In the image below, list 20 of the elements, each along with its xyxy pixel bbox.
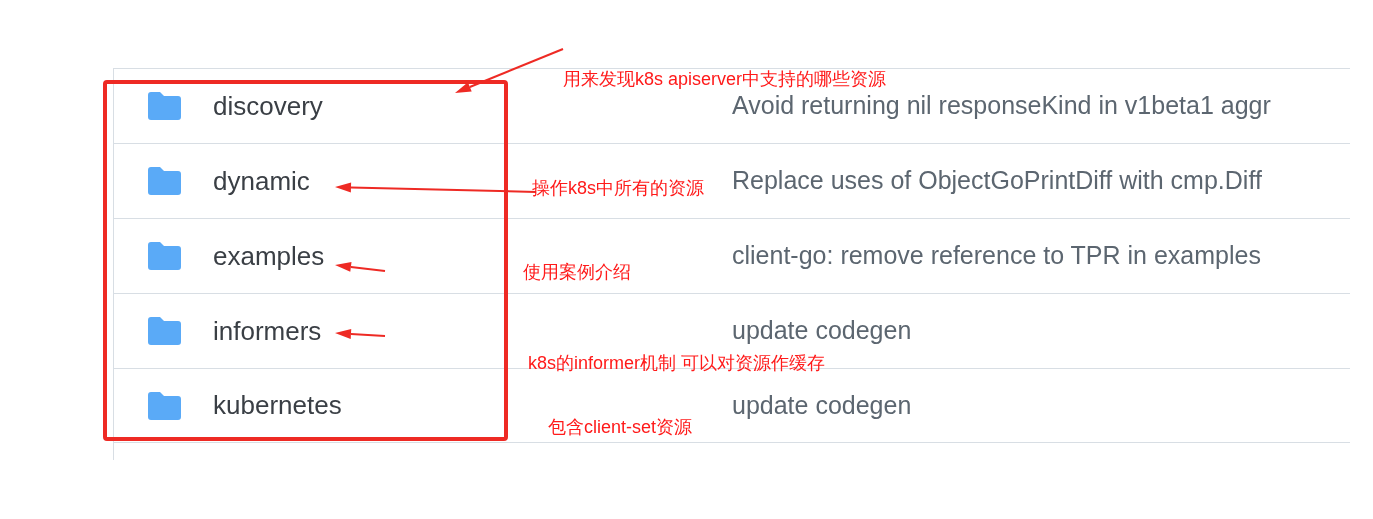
annotation: 使用案例介绍	[523, 261, 631, 284]
folder-name[interactable]: examples	[213, 236, 325, 276]
folder-icon	[148, 391, 181, 420]
commit-message[interactable]: client-go: remove reference to TPR in examples	[732, 237, 1261, 275]
arrow	[335, 261, 386, 272]
folder-name[interactable]: dynamic	[213, 161, 310, 201]
folder-name[interactable]: discovery	[213, 86, 323, 126]
folder-icon	[148, 167, 181, 195]
folder-name[interactable]: informers	[213, 311, 322, 351]
commit-message[interactable]: update codegen	[732, 386, 912, 425]
folder-icon	[148, 92, 181, 120]
commit-message[interactable]: Replace uses of ObjectGoPrintDiff with cmp.Diff	[732, 162, 1262, 200]
folder-icon	[148, 242, 181, 270]
annotation: 操作k8s中所有的资源	[532, 177, 704, 200]
annotation: k8s的informer机制 可以对资源作缓存	[528, 352, 826, 375]
arrow	[335, 328, 386, 339]
folder-name[interactable]: kubernetes	[213, 386, 342, 425]
folder-icon	[148, 317, 181, 345]
annotation: 包含client-set资源	[548, 416, 693, 439]
commit-message[interactable]: update codegen	[732, 312, 912, 350]
